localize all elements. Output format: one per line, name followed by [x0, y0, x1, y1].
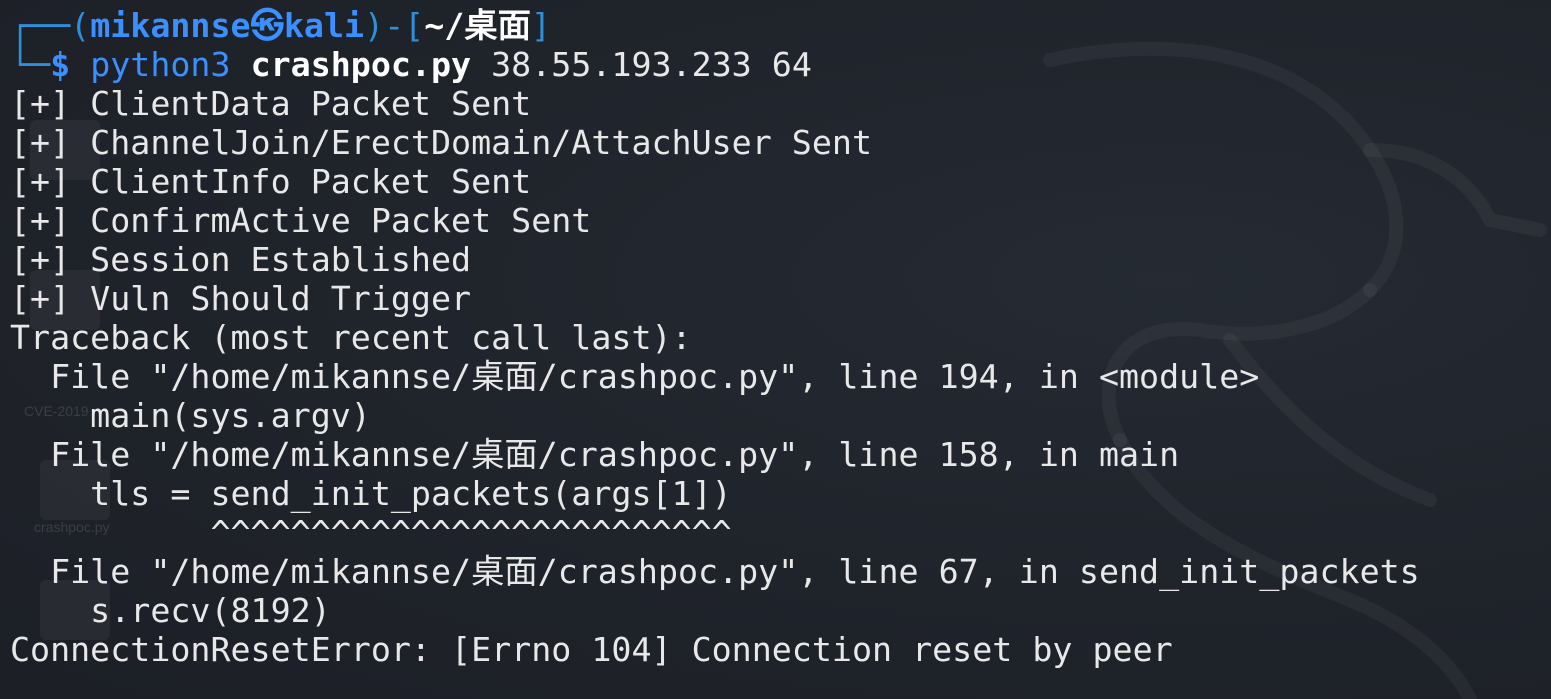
output-line: [+] ConfirmActive Packet Sent: [10, 201, 592, 240]
error-message: ConnectionResetError: [Errno 104] Connec…: [10, 630, 1173, 669]
command-line[interactable]: └─$ python3 crashpoc.py 38.55.193.233 64: [10, 45, 1420, 84]
traceback-code: main(sys.argv): [10, 396, 371, 435]
output-line: [+] Session Established: [10, 240, 472, 279]
output-line: [+] ClientData Packet Sent: [10, 84, 532, 123]
prompt-path: ~/桌面: [424, 6, 531, 45]
prompt-header-line: ┌──(mikannse㉿kali)-[~/桌面]: [10, 6, 551, 45]
kali-user-icon: ㉿: [250, 6, 284, 45]
terminal-window[interactable]: CVE-2019 crashpoc.py ┌──(mikannse㉿kali)-…: [0, 0, 1551, 699]
output-line: [+] ChannelJoin/ErectDomain/AttachUser S…: [10, 123, 872, 162]
traceback-code: s.recv(8192): [10, 591, 331, 630]
traceback-code: tls = send_init_packets(args[1]): [10, 474, 732, 513]
command-program: python3: [90, 45, 231, 84]
command-args: 38.55.193.233 64: [491, 45, 812, 84]
prompt-dollar: $: [50, 45, 71, 84]
output-line: [+] Vuln Should Trigger: [10, 279, 472, 318]
traceback-frame: File "/home/mikannse/桌面/crashpoc.py", li…: [10, 435, 1180, 474]
terminal-output: ┌──(mikannse㉿kali)-[~/桌面] └─$ python3 cr…: [10, 6, 1420, 669]
prompt-user: mikannse: [90, 6, 251, 45]
traceback-frame: File "/home/mikannse/桌面/crashpoc.py", li…: [10, 552, 1420, 591]
traceback-header: Traceback (most recent call last):: [10, 318, 692, 357]
traceback-frame: File "/home/mikannse/桌面/crashpoc.py", li…: [10, 357, 1260, 396]
output-line: [+] ClientInfo Packet Sent: [10, 162, 532, 201]
prompt-host: kali: [283, 6, 365, 45]
command-script: crashpoc.py: [250, 45, 472, 84]
traceback-caret-marker: ^^^^^^^^^^^^^^^^^^^^^^^^^^: [10, 513, 732, 552]
